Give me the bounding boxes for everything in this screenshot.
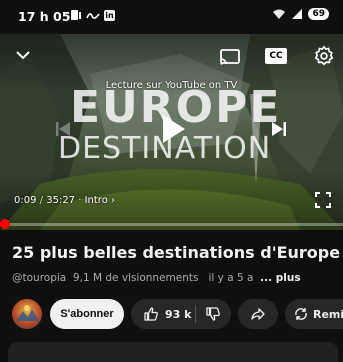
captions-button[interactable]: CC [264, 47, 288, 65]
share-icon [251, 308, 265, 320]
time-display: 0:09 / 35:27 · Intro › [14, 195, 115, 206]
cast-button[interactable] [218, 46, 242, 68]
cast-icon [220, 49, 240, 65]
fullscreen-icon [315, 192, 331, 208]
more-button[interactable]: ... plus [260, 272, 300, 284]
linkedin-icon: in [104, 9, 115, 21]
cast-message: Lecture sur YouTube on TV [105, 80, 238, 91]
notification-icons: in [70, 9, 115, 21]
signal-icon [292, 9, 303, 19]
wifi-icon [273, 9, 286, 19]
status-time: 17 h 05 [18, 9, 71, 24]
remix-icon [295, 308, 307, 320]
thumbs-up-icon [144, 307, 158, 321]
next-button[interactable] [268, 118, 290, 140]
phone-icon [71, 10, 81, 20]
remix-label: Remix [313, 307, 343, 321]
signature-icon [86, 13, 100, 19]
remix-button[interactable]: Remix [285, 299, 343, 329]
duration: 35:27 [46, 195, 76, 206]
like-count: 93 k [165, 307, 192, 321]
chevron-down-icon [16, 51, 30, 60]
fullscreen-button[interactable] [312, 189, 334, 211]
video-meta[interactable]: @touropia 9,1 M de visionnements il y a … [12, 272, 337, 284]
upload-age: il y a 5 a [208, 272, 254, 284]
view-count: 9,1 M de visionnements [72, 272, 199, 284]
settings-button[interactable] [312, 44, 336, 68]
status-bar: 17 h 05 in 69 [0, 0, 343, 34]
gear-icon [314, 45, 334, 66]
comments-card[interactable] [8, 342, 338, 362]
minimize-button[interactable] [12, 44, 34, 66]
chapter-label[interactable]: Intro [85, 195, 108, 206]
play-icon [163, 115, 185, 143]
like-button[interactable]: 93 k [131, 299, 195, 329]
battery-level: 69 [308, 8, 329, 20]
play-button[interactable] [156, 112, 190, 146]
system-icons: 69 [272, 8, 329, 20]
dislike-button[interactable] [195, 299, 231, 329]
skip-previous-icon [56, 122, 70, 136]
skip-next-icon [272, 122, 286, 136]
progress-track[interactable] [0, 223, 343, 226]
like-dislike-group: 93 k [131, 299, 231, 329]
current-time: 0:09 [14, 195, 37, 206]
chapter-chevron-icon: › [111, 195, 115, 206]
captions-label: CC [269, 51, 283, 61]
video-title[interactable]: 25 plus belles destinations d'Europe - V… [12, 243, 340, 262]
previous-button[interactable] [52, 118, 74, 140]
channel-handle: @touropia [12, 272, 67, 284]
avatar-image [16, 305, 39, 321]
thumbs-down-icon [206, 307, 221, 321]
channel-avatar[interactable] [12, 299, 42, 329]
action-row: S'abonner 93 k Remix [0, 297, 343, 333]
video-player[interactable]: EUROPE DESTINATION Lecture sur YouTube o… [0, 34, 343, 230]
subscribe-button[interactable]: S'abonner [50, 299, 124, 329]
share-button[interactable] [238, 299, 278, 329]
progress-scrubber[interactable] [0, 219, 10, 229]
